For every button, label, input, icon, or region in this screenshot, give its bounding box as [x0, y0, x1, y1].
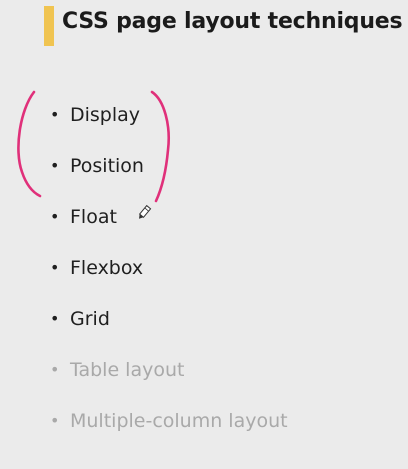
bullet: •: [50, 207, 60, 226]
list-item-multiple-column-layout: • Multiple-column layout: [50, 408, 288, 434]
list-item-display: • Display: [50, 102, 140, 128]
bullet: •: [50, 309, 60, 328]
list-item-label: Multiple-column layout: [70, 410, 288, 432]
technique-list: • Display • Position • Float • Flexbox •…: [0, 0, 408, 469]
list-item-float: • Float: [50, 204, 117, 230]
list-item-label: Table layout: [70, 359, 185, 381]
list-item-grid: • Grid: [50, 306, 110, 332]
list-item-label: Position: [70, 155, 144, 177]
list-item-label: Float: [70, 206, 117, 228]
bullet: •: [50, 360, 60, 379]
list-item-label: Display: [70, 104, 141, 126]
bullet: •: [50, 105, 60, 124]
list-item-table-layout: • Table layout: [50, 357, 184, 383]
bullet: •: [50, 156, 60, 175]
bullet: •: [50, 258, 60, 277]
bullet: •: [50, 411, 60, 430]
list-item-label: Flexbox: [70, 257, 144, 279]
list-item-flexbox: • Flexbox: [50, 255, 143, 281]
list-item-label: Grid: [70, 308, 110, 330]
list-item-position: • Position: [50, 153, 144, 179]
